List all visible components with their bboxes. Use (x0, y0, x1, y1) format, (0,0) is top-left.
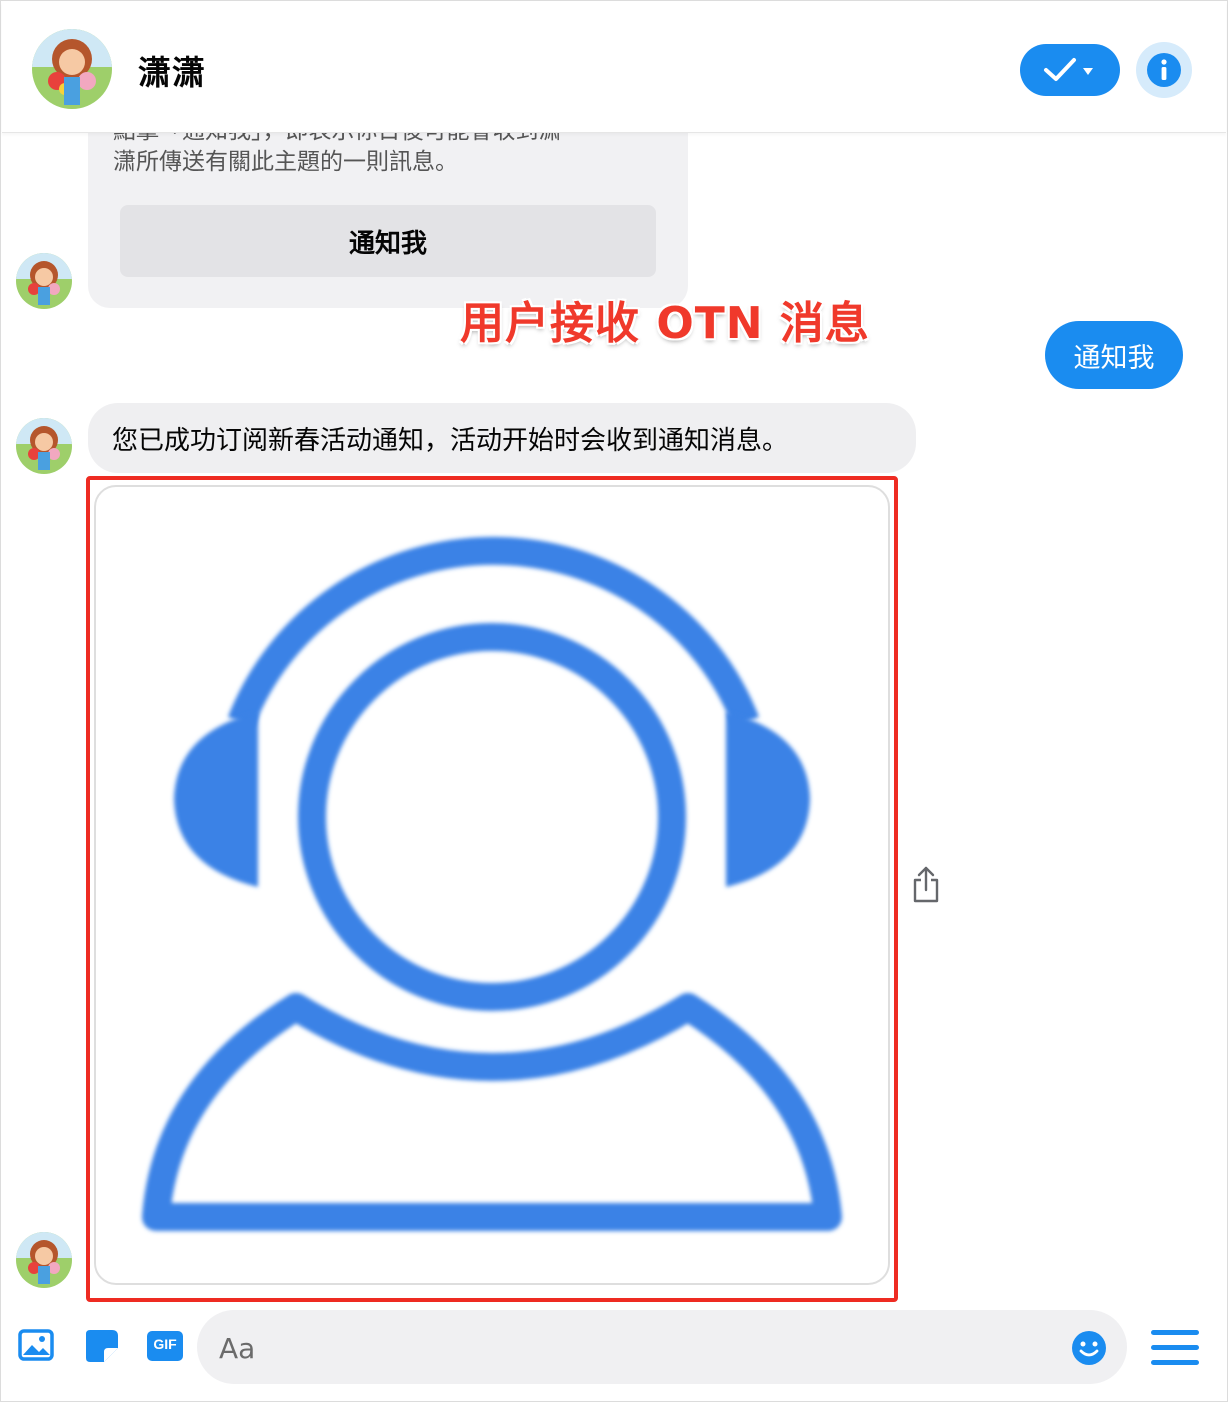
image-highlight-frame (86, 476, 898, 1302)
menu-icon[interactable] (1150, 1328, 1200, 1368)
outgoing-message: 通知我 (1045, 321, 1183, 389)
emoji-icon[interactable] (1071, 1330, 1107, 1366)
gif-label: GIF (153, 1336, 177, 1352)
avatar (16, 418, 72, 474)
gif-icon[interactable]: GIF (145, 1326, 185, 1366)
incoming-message: 您已成功订阅新春活动通知，活动开始时会收到通知消息。 (88, 403, 916, 473)
contact-avatar[interactable] (32, 29, 112, 109)
share-icon[interactable] (912, 866, 940, 904)
message-input-container (197, 1310, 1127, 1384)
avatar (16, 1232, 72, 1288)
info-button[interactable] (1136, 42, 1192, 98)
conversation-header: 潇潇 (2, 2, 1226, 133)
notify-me-button[interactable]: 通知我 (120, 205, 656, 277)
checkmark-dropdown-icon (1044, 58, 1093, 81)
contact-name: 潇潇 (138, 53, 206, 92)
checkmark-dropdown-button[interactable] (1020, 44, 1120, 96)
photo-icon[interactable] (17, 1326, 57, 1366)
template-card-line-2: 潇所傳送有關此主題的一則訊息。 (113, 149, 458, 175)
sticker-icon[interactable] (82, 1326, 122, 1366)
annotation-label: 用户接收 OTN 消息 (460, 298, 870, 349)
message-input[interactable] (217, 1322, 1041, 1374)
avatar-image (32, 29, 112, 109)
avatar-image (16, 253, 72, 309)
avatar (16, 253, 72, 309)
info-icon (1147, 53, 1181, 87)
avatar-image (16, 418, 72, 474)
avatar-image (16, 1232, 72, 1288)
incoming-message-text: 您已成功订阅新春活动通知，活动开始时会收到通知消息。 (112, 425, 789, 456)
